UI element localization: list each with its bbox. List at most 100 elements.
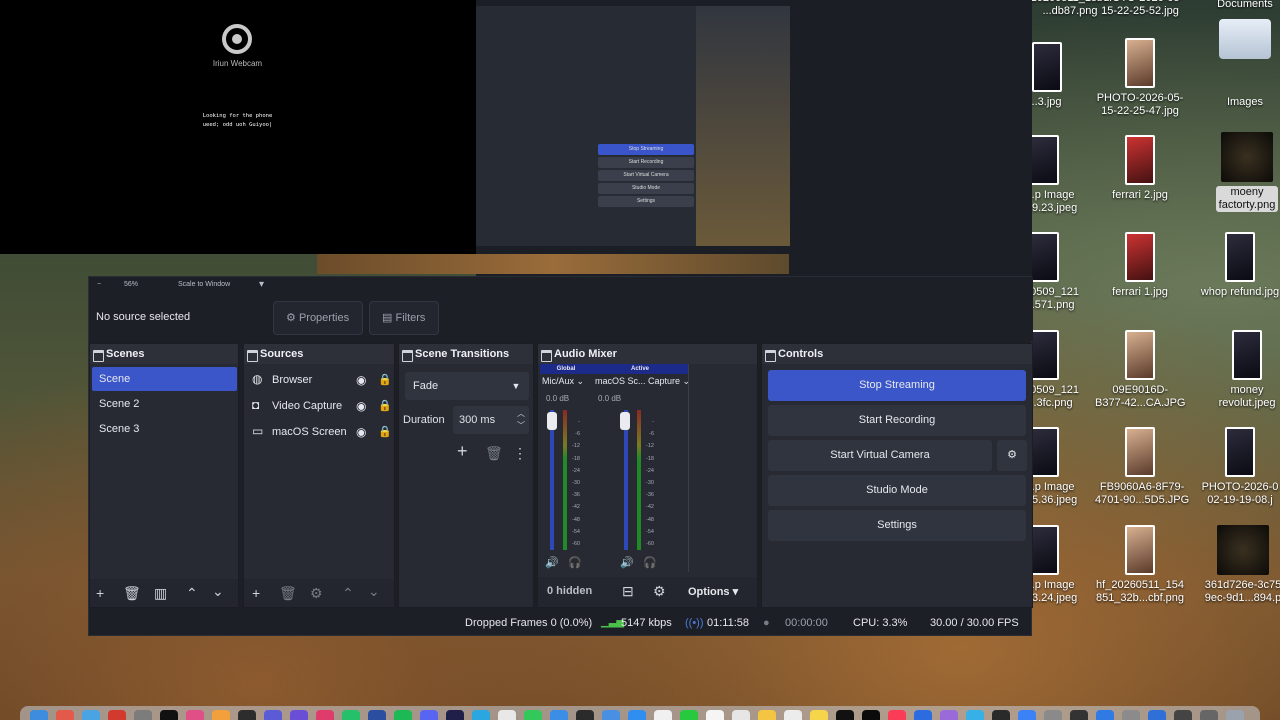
layout-icon[interactable]: ⊟ (622, 584, 634, 598)
app-icon[interactable] (1174, 710, 1192, 720)
scale-mode[interactable]: Scale to Window (178, 281, 230, 288)
app-icon[interactable] (212, 710, 230, 720)
app-icon[interactable] (1044, 710, 1062, 720)
volume-fader[interactable] (547, 412, 557, 430)
app-icon[interactable] (368, 710, 386, 720)
filters-button[interactable]: ▤ Filters (369, 301, 439, 335)
app-icon[interactable] (862, 710, 880, 720)
app-icon[interactable] (56, 710, 74, 720)
app-icon[interactable] (394, 710, 412, 720)
app-icon[interactable] (654, 710, 672, 720)
app-icon[interactable] (238, 710, 256, 720)
start-virtual-camera-button[interactable]: Start Virtual Camera (768, 440, 992, 471)
lock-icon[interactable]: 🔒 (378, 370, 392, 390)
app-icon[interactable] (186, 710, 204, 720)
app-icon[interactable] (680, 710, 698, 720)
headphones-icon[interactable]: 🎧 (568, 556, 582, 569)
desktop-file[interactable]: 09E9016D- B377-42...CA.JPG (1095, 330, 1186, 410)
app-icon[interactable] (576, 710, 594, 720)
lock-icon[interactable]: 🔒 (378, 422, 392, 442)
more-icon[interactable]: ⋮ (513, 446, 527, 460)
desktop-folder[interactable]: Documents (1200, 0, 1280, 63)
scene-item[interactable]: Scene (92, 367, 237, 391)
app-icon[interactable] (1200, 710, 1218, 720)
app-icon[interactable] (342, 710, 360, 720)
desktop-file[interactable]: 361d726e-3c75 9ec-9d1...894.p (1198, 525, 1280, 605)
start-recording-button[interactable]: Start Recording (768, 405, 1026, 436)
source-item[interactable]: ◘ Video Capture ◉ 🔒 (252, 396, 392, 416)
app-icon[interactable] (1070, 710, 1088, 720)
app-icon[interactable] (1148, 710, 1166, 720)
app-icon[interactable] (1018, 710, 1036, 720)
stepper-icon[interactable]: ︿ ﹀ (517, 408, 525, 432)
app-icon[interactable] (758, 710, 776, 720)
desktop-file[interactable]: PHOTO-2026-05- 15-22-25-47.jpg (1095, 38, 1185, 118)
app-icon[interactable] (420, 710, 438, 720)
add-icon[interactable]: + (252, 586, 260, 600)
app-icon[interactable] (602, 710, 620, 720)
gear-icon[interactable]: ⚙ (310, 586, 323, 600)
desktop-file[interactable]: FB9060A6-8F79- 4701-90...5D5.JPG (1095, 427, 1189, 507)
trash-icon[interactable]: 🗑 (279, 586, 297, 600)
mixer-channel-name[interactable]: macOS Sc... Capture ⌄ (595, 376, 690, 387)
options-button[interactable]: Options ▾ (688, 585, 738, 598)
stop-streaming-button[interactable]: Stop Streaming (768, 370, 1026, 401)
app-icon[interactable] (134, 710, 152, 720)
iriun-webcam-window[interactable]: Iriun Webcam Looking for the phone ueed;… (0, 0, 476, 254)
scene-item[interactable]: Scene 3 (92, 417, 237, 441)
app-icon[interactable] (706, 710, 724, 720)
chevron-down-icon[interactable]: ⌄ (368, 584, 380, 598)
app-icon[interactable] (472, 710, 490, 720)
app-icon[interactable] (316, 710, 334, 720)
trash-icon[interactable]: 🗑 (485, 446, 503, 460)
transition-select[interactable]: Fade ▼ (405, 372, 529, 400)
mixer-channel-name[interactable]: Mic/Aux ⌄ (542, 376, 584, 387)
chevron-down-icon[interactable]: ⌄ (212, 584, 224, 598)
desktop-file[interactable]: PHOTO-2026-05- 15-22-25-52.jpg (1095, 0, 1185, 18)
app-icon[interactable] (160, 710, 178, 720)
app-icon[interactable] (810, 710, 828, 720)
lock-icon[interactable]: 🔒 (378, 396, 392, 416)
app-icon[interactable] (498, 710, 516, 720)
app-icon[interactable] (108, 710, 126, 720)
desktop-file[interactable]: hf_20260511_154 851_32b...cbf.png (1095, 525, 1185, 605)
chevron-down-icon[interactable]: ▾ (259, 279, 264, 290)
app-icon[interactable] (914, 710, 932, 720)
desktop-file[interactable]: whop refund.jpg (1195, 232, 1280, 299)
properties-button[interactable]: ⚙ Properties (273, 301, 363, 335)
desktop-folder[interactable]: Images (1200, 96, 1280, 109)
app-icon[interactable] (888, 710, 906, 720)
app-icon[interactable] (1122, 710, 1140, 720)
app-icon[interactable] (30, 710, 48, 720)
chevron-up-icon[interactable]: ⌃ (186, 586, 198, 600)
eye-icon[interactable]: ◉ (356, 370, 366, 390)
app-icon[interactable] (836, 710, 854, 720)
app-icon[interactable] (732, 710, 750, 720)
app-icon[interactable] (550, 710, 568, 720)
app-icon[interactable] (784, 710, 802, 720)
source-item[interactable]: ▭ macOS Screen ◉ 🔒 (252, 422, 392, 442)
app-icon[interactable] (966, 710, 984, 720)
app-icon[interactable] (82, 710, 100, 720)
virtual-camera-settings-button[interactable]: ⚙ (997, 440, 1027, 471)
add-icon[interactable]: + (457, 442, 468, 460)
app-icon[interactable] (264, 710, 282, 720)
studio-mode-button[interactable]: Studio Mode (768, 475, 1026, 506)
app-icon[interactable] (992, 710, 1010, 720)
eye-icon[interactable]: ◉ (356, 396, 366, 416)
trash-icon[interactable]: 🗑 (123, 586, 141, 600)
trash-icon[interactable] (1226, 710, 1244, 720)
chevron-up-icon[interactable]: ⌃ (342, 586, 354, 600)
scene-item[interactable]: Scene 2 (92, 392, 237, 416)
app-icon[interactable] (446, 710, 464, 720)
zoom-out-button[interactable]: − (97, 281, 101, 288)
desktop-file[interactable]: moeny factorty.png (1202, 132, 1280, 212)
eye-icon[interactable]: ◉ (356, 422, 366, 442)
gear-icon[interactable]: ⚙ (653, 584, 666, 598)
app-icon[interactable] (524, 710, 542, 720)
app-icon[interactable] (940, 710, 958, 720)
app-icon[interactable] (1096, 710, 1114, 720)
desktop-file[interactable]: ferrari 1.jpg (1095, 232, 1185, 299)
speaker-icon[interactable]: 🔊 (545, 556, 559, 569)
speaker-icon[interactable]: 🔊 (620, 556, 634, 569)
